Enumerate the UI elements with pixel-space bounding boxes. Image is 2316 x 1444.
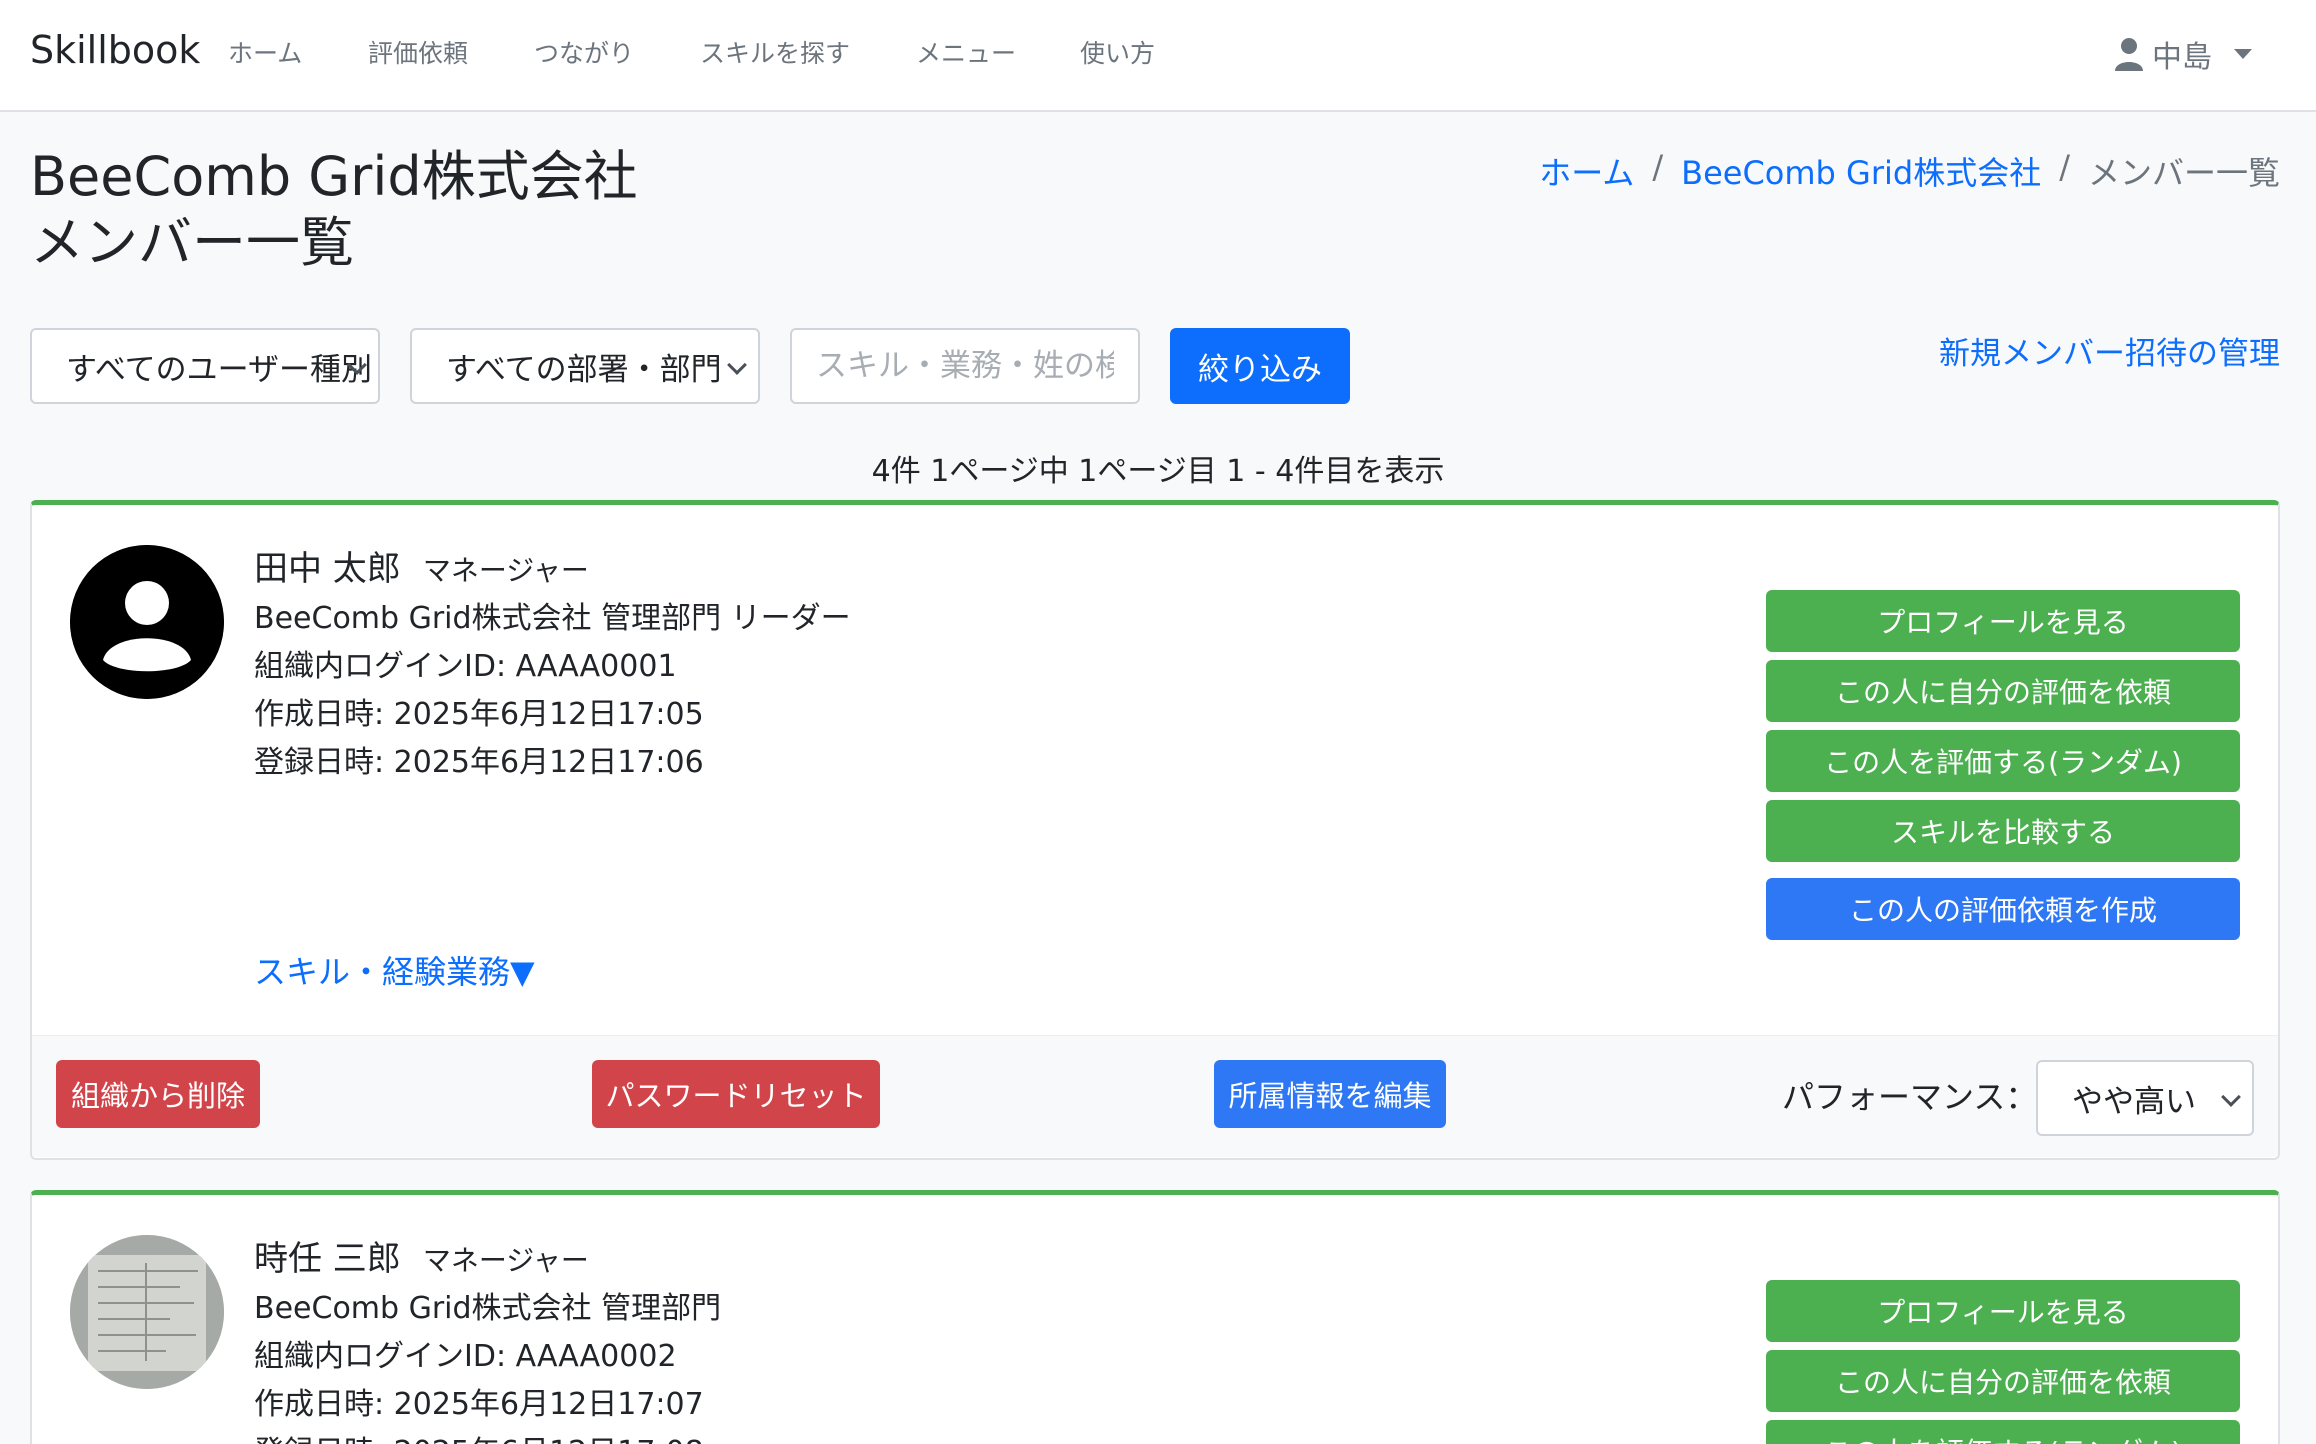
nav-evaluation-requests[interactable]: 評価依頼 [368, 34, 468, 70]
user-type-select[interactable]: すべてのユーザー種別 [30, 328, 380, 404]
nav-menu[interactable]: メニュー [916, 34, 1016, 70]
avatar [70, 545, 224, 699]
breadcrumb-separator: / [2059, 148, 2070, 186]
user-menu[interactable]: 中島 [2114, 32, 2252, 76]
user-name: 中島 [2152, 40, 2212, 75]
brand-logo[interactable]: Skillbook [30, 28, 200, 72]
remove-from-org-button[interactable]: 組織から削除 [56, 1060, 260, 1128]
nav-find-skills[interactable]: スキルを探す [700, 34, 850, 70]
page-title: BeeComb Grid株式会社 メンバー一覧 [30, 144, 930, 276]
user-icon [2115, 38, 2143, 71]
member-registered-at: 登録日時: 2025年6月12日17:06 [254, 745, 704, 780]
chevron-down-icon [727, 355, 747, 375]
breadcrumb-home[interactable]: ホーム [1539, 148, 1634, 194]
user-type-select-value: すべてのユーザー種別 [66, 351, 372, 388]
member-affiliation: BeeComb Grid株式会社 管理部門 [254, 1291, 722, 1326]
member-created-at: 作成日時: 2025年6月12日17:05 [254, 697, 704, 732]
member-login-id: 組織内ログインID: AAAA0001 [254, 649, 677, 684]
evaluate-random-button[interactable]: この人を評価する(ランダム) [1766, 730, 2240, 792]
breadcrumb: ホーム / BeeComb Grid株式会社 / メンバー一覧 [1539, 148, 2280, 194]
filter-button[interactable]: 絞り込み [1170, 328, 1350, 404]
navbar: Skillbook ホーム 評価依頼 つながり スキルを探す メニュー 使い方 … [0, 0, 2316, 112]
chevron-down-icon [2221, 1087, 2241, 1107]
default-avatar-icon [70, 545, 224, 699]
member-full-name[interactable]: 田中 太郎 [254, 541, 401, 590]
performance-label: パフォーマンス： [1782, 1078, 2038, 1116]
page-title-organization: BeeComb Grid株式会社 [30, 145, 638, 208]
performance-select-value: やや高い [2072, 1083, 2196, 1120]
performance-select[interactable]: やや高い [2036, 1060, 2254, 1136]
breadcrumb-current: メンバー一覧 [2087, 154, 2280, 192]
breadcrumb-separator: / [1652, 148, 1664, 186]
avatar [70, 1235, 224, 1389]
edit-affiliation-button[interactable]: 所属情報を編集 [1214, 1060, 1446, 1128]
avatar-photo-icon [70, 1235, 224, 1389]
card-footer: 組織から削除 パスワードリセット 所属情報を編集 パフォーマンス： やや高い [32, 1035, 2278, 1157]
department-select[interactable]: すべての部署・部門 [410, 328, 760, 404]
request-my-evaluation-button[interactable]: この人に自分の評価を依頼 [1766, 1350, 2240, 1412]
member-created-at: 作成日時: 2025年6月12日17:07 [254, 1387, 704, 1422]
evaluate-random-button[interactable]: この人を評価する(ランダム) [1766, 1420, 2240, 1444]
invite-management-link[interactable]: 新規メンバー招待の管理 [1939, 328, 2280, 373]
chevron-down-icon [2234, 49, 2252, 59]
nav-connections[interactable]: つながり [534, 34, 634, 70]
member-affiliation: BeeComb Grid株式会社 管理部門 リーダー [254, 601, 851, 636]
compare-skills-button[interactable]: スキルを比較する [1766, 800, 2240, 862]
member-role: マネージャー [422, 1244, 589, 1277]
member-registered-at: 登録日時: 2025年6月12日17:08 [254, 1427, 704, 1444]
member-role: マネージャー [422, 554, 589, 587]
search-input[interactable] [790, 328, 1140, 404]
member-card: 田中 太郎 マネージャー BeeComb Grid株式会社 管理部門 リーダー … [30, 500, 2280, 1160]
create-evaluation-request-button[interactable]: この人の評価依頼を作成 [1766, 878, 2240, 940]
member-name: 時任 三郎 マネージャー [254, 1231, 589, 1280]
request-my-evaluation-button[interactable]: この人に自分の評価を依頼 [1766, 660, 2240, 722]
member-full-name[interactable]: 時任 三郎 [254, 1231, 401, 1280]
password-reset-button[interactable]: パスワードリセット [592, 1060, 880, 1128]
member-name: 田中 太郎 マネージャー [254, 541, 589, 590]
member-card: 時任 三郎 マネージャー BeeComb Grid株式会社 管理部門 組織内ログ… [30, 1190, 2280, 1444]
nav-home[interactable]: ホーム [228, 34, 302, 70]
view-profile-button[interactable]: プロフィールを見る [1766, 590, 2240, 652]
pagination-summary: 4件 1ページ中 1ページ目 1 - 4件目を表示 [871, 454, 1445, 489]
page-title-subtitle: メンバー一覧 [30, 211, 354, 274]
breadcrumb-organization[interactable]: BeeComb Grid株式会社 [1681, 148, 2041, 194]
skills-toggle[interactable]: スキル・経験業務▼ [254, 947, 535, 993]
member-login-id: 組織内ログインID: AAAA0002 [254, 1339, 677, 1374]
view-profile-button[interactable]: プロフィールを見る [1766, 1280, 2240, 1342]
nav-how-to-use[interactable]: 使い方 [1080, 34, 1155, 70]
department-select-value: すべての部署・部門 [446, 351, 722, 388]
